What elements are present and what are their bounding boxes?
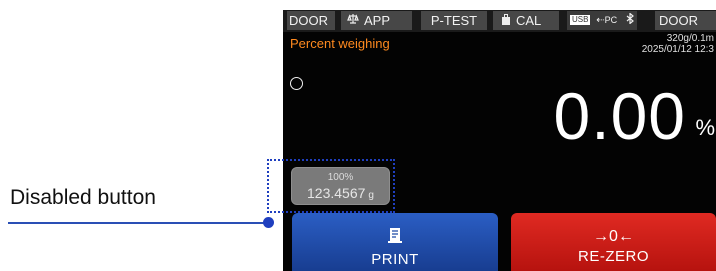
annotation-label: Disabled button <box>10 186 156 209</box>
rezero-symbol: →0← <box>593 228 634 245</box>
connection-status: USB ⇠PC <box>567 11 637 30</box>
cal-button[interactable]: CAL <box>493 11 559 30</box>
disabled-button-highlight <box>267 159 395 213</box>
pc-label: PC <box>604 15 618 25</box>
print-label: PRINT <box>371 251 419 268</box>
cal-label: CAL <box>516 13 542 28</box>
p-test-label: P-TEST <box>430 13 478 28</box>
rezero-button[interactable]: →0← RE-ZERO <box>511 213 716 271</box>
pc-icon: ⇠ <box>596 15 605 26</box>
app-label: APP <box>364 13 391 28</box>
scale-app-icon <box>347 12 359 31</box>
p-test-button[interactable]: P-TEST <box>421 11 487 30</box>
mode-title: Percent weighing <box>290 36 390 51</box>
capacity-info: 320g/0.1m 2025/01/12 12:3 <box>642 33 714 55</box>
weight-unit: % <box>695 115 715 140</box>
balance-screen: DOOR APP P-TEST CAL USB ⇠PC DOOR Percent… <box>283 10 716 271</box>
weight-value: 0.00 <box>553 79 686 153</box>
print-icon <box>292 227 498 250</box>
weight-cal-icon <box>501 12 511 31</box>
stable-circle-icon <box>290 77 303 90</box>
status-bar: DOOR APP P-TEST CAL USB ⇠PC DOOR <box>283 10 716 32</box>
annotation-dot <box>263 217 274 228</box>
rezero-label: RE-ZERO <box>578 248 649 265</box>
door-left-status[interactable]: DOOR <box>287 11 335 30</box>
annotation-leader-line <box>8 222 268 224</box>
datetime-label: 2025/01/12 12:3 <box>641 44 714 55</box>
bluetooth-icon <box>626 12 634 26</box>
door-left-label: DOOR <box>289 13 328 28</box>
door-right-status[interactable]: DOOR <box>655 11 716 30</box>
door-right-label: DOOR <box>659 13 698 28</box>
usb-badge: USB <box>570 15 591 25</box>
print-button[interactable]: PRINT <box>292 213 498 271</box>
capacity-label: 320g/0.1m <box>666 33 714 44</box>
app-button[interactable]: APP <box>341 11 412 30</box>
